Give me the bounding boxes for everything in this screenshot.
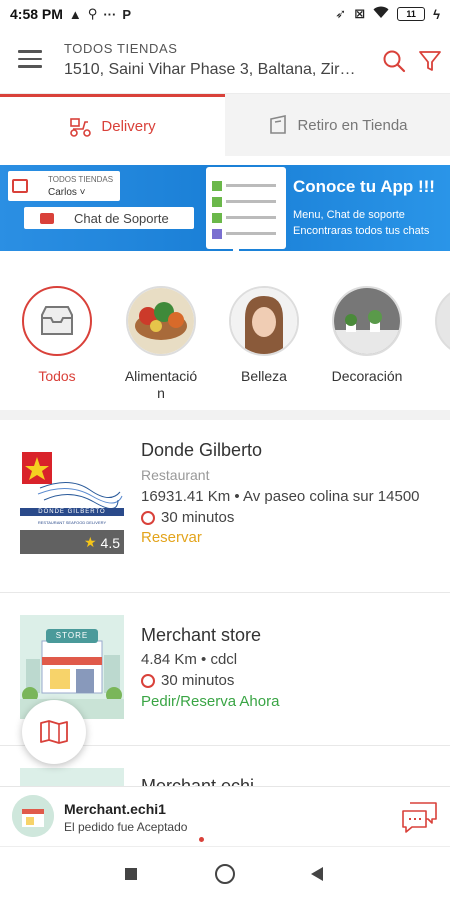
- category-label: Belleza: [241, 368, 287, 384]
- banner-chat-label: Chat de Soporte: [74, 210, 169, 226]
- home-icon[interactable]: [215, 864, 235, 884]
- recent-apps-icon[interactable]: [125, 868, 137, 880]
- store-name: Merchant echi: [141, 776, 255, 786]
- category-decoracion[interactable]: Decoración: [327, 286, 407, 385]
- delivery-time-value: 30 minutos: [161, 672, 235, 689]
- back-icon[interactable]: [310, 866, 324, 882]
- tab-delivery[interactable]: Delivery: [0, 94, 225, 156]
- tab-store-pickup[interactable]: Retiro en Tienda: [225, 94, 450, 156]
- chat-icon[interactable]: [400, 799, 440, 835]
- order-now-link[interactable]: Pedir/Reserva Ahora: [141, 693, 279, 710]
- no-sim-icon: ⊠: [354, 6, 366, 21]
- banner-subtitle: Menu, Chat de soporte Encontraras todos …: [293, 207, 429, 239]
- status-time: 4:58 PM: [10, 6, 63, 22]
- clock-icon: [141, 673, 155, 688]
- clock-icon: [141, 510, 155, 525]
- store-image: [20, 768, 124, 786]
- category-more-image: [435, 286, 450, 356]
- category-decoracion-image: [332, 286, 402, 356]
- warning-icon: ▲: [68, 6, 82, 22]
- store-name: Merchant store: [141, 625, 262, 645]
- tab-delivery-label: Delivery: [101, 118, 156, 135]
- category-more[interactable]: D: [430, 286, 450, 385]
- map-icon: [40, 720, 68, 744]
- map-button[interactable]: [22, 700, 86, 764]
- category-label: Todos: [38, 368, 76, 384]
- category-belleza[interactable]: Belleza: [224, 286, 304, 385]
- banner-subtitle-line1: Menu, Chat de soporte: [293, 209, 405, 221]
- banner-chat-mock: Chat de Soporte: [24, 207, 194, 229]
- banner-phone-mockup: [206, 167, 286, 249]
- category-belleza-image: [229, 286, 299, 356]
- delivery-scooter-icon: [70, 117, 92, 137]
- app-p-icon: P: [122, 6, 131, 22]
- category-alimentacion[interactable]: Alimentació n: [121, 286, 201, 402]
- store-sign-text: STORE: [55, 631, 89, 640]
- more-icon: ···: [103, 6, 117, 22]
- banner-page-indicator: [233, 249, 239, 251]
- category-alimentacion-image: [126, 286, 196, 356]
- star-icon: ★: [83, 534, 97, 550]
- chat-icon: [40, 212, 54, 224]
- merchant-avatar: [12, 795, 54, 837]
- store-distance-address: 4.84 Km • cdcl: [141, 651, 238, 668]
- battery-level: 11: [406, 9, 416, 19]
- delivery-mode-tabs: Delivery Retiro en Tienda: [0, 94, 450, 156]
- filter-icon[interactable]: [417, 48, 443, 74]
- location-icon: ⚲: [87, 6, 98, 21]
- order-status: El pedido fue Aceptado: [64, 820, 188, 834]
- category-label: Decoración: [331, 368, 403, 384]
- navigation-icon: ➶: [335, 6, 347, 21]
- app-header: TODOS TIENDAS 1510, Saini Vihar Phase 3,…: [0, 28, 450, 94]
- section-separator: [0, 410, 450, 420]
- banner-subtitle-line2: Encontraras todos tus chats: [293, 225, 430, 237]
- store-name: Donde Gilberto: [141, 440, 263, 460]
- store-info: Donde Gilberto Restaurant 16931.41 Km • …: [141, 440, 431, 546]
- delivery-time: 30 minutos: [141, 509, 431, 526]
- menu-icon: [12, 179, 28, 193]
- system-nav-bar: [0, 846, 450, 900]
- delivery-time: 30 minutos: [141, 672, 279, 689]
- category-label: Alimentació n: [124, 368, 198, 401]
- store-distance-address: 16931.41 Km • Av paseo colina sur 14500: [141, 488, 420, 505]
- store-rating: ★ 4.5: [84, 534, 120, 551]
- order-merchant-name: Merchant.echi1: [64, 801, 166, 817]
- store-pickup-icon: [270, 115, 287, 134]
- banner-header-mock: TODOS TIENDAS Carlos ˅: [8, 171, 120, 201]
- category-todos-image: [22, 286, 92, 356]
- banner-card-name: Carlos ˅: [48, 187, 86, 198]
- reserve-link[interactable]: Reservar: [141, 529, 431, 546]
- store-logo-subtext: RESTAURANT SEAFOOD DELIVERY: [37, 520, 107, 525]
- delivery-time-value: 30 minutos: [161, 509, 235, 526]
- category-todos[interactable]: Todos: [17, 286, 97, 385]
- store-type: Restaurant: [141, 467, 210, 483]
- status-bar: 4:58 PM ▲ ⚲ ··· P ➶ ⊠ 11 ϟ: [0, 0, 450, 28]
- store-card[interactable]: DONDE GILBERTO RESTAURANT SEAFOOD DELIVE…: [0, 420, 450, 592]
- rating-value: 4.5: [100, 534, 120, 551]
- unread-dot: [199, 837, 204, 842]
- store-logo: DONDE GILBERTO RESTAURANT SEAFOOD DELIVE…: [20, 448, 124, 554]
- wifi-icon: [373, 6, 389, 22]
- banner-title: Conoce tu App !!!: [293, 177, 435, 196]
- charging-icon: ϟ: [433, 6, 440, 22]
- store-title[interactable]: TODOS TIENDAS: [64, 41, 178, 56]
- delivery-address[interactable]: 1510, Saini Vihar Phase 3, Baltana, Zira…: [64, 61, 364, 79]
- search-icon[interactable]: [381, 48, 407, 74]
- store-info: Merchant store 4.84 Km • cdcl 30 minutos…: [141, 625, 279, 710]
- store-logo-text: DONDE GILBERTO: [38, 509, 106, 515]
- category-list: Todos Alimentació n Belleza Decoración: [0, 282, 450, 407]
- tab-store-pickup-label: Retiro en Tienda: [297, 116, 408, 134]
- inbox-icon: [41, 306, 73, 335]
- category-label: D: [430, 368, 450, 385]
- battery-icon: 11: [397, 7, 426, 21]
- banner-card-title: TODOS TIENDAS: [48, 175, 114, 184]
- promo-banner[interactable]: TODOS TIENDAS Carlos ˅ Chat de Soporte C…: [0, 165, 450, 251]
- active-order-bar[interactable]: Merchant.echi1 El pedido fue Aceptado: [0, 786, 450, 844]
- store-image: STORE: [20, 615, 124, 719]
- store-info: Merchant echi: [141, 776, 254, 786]
- menu-icon[interactable]: [18, 50, 42, 68]
